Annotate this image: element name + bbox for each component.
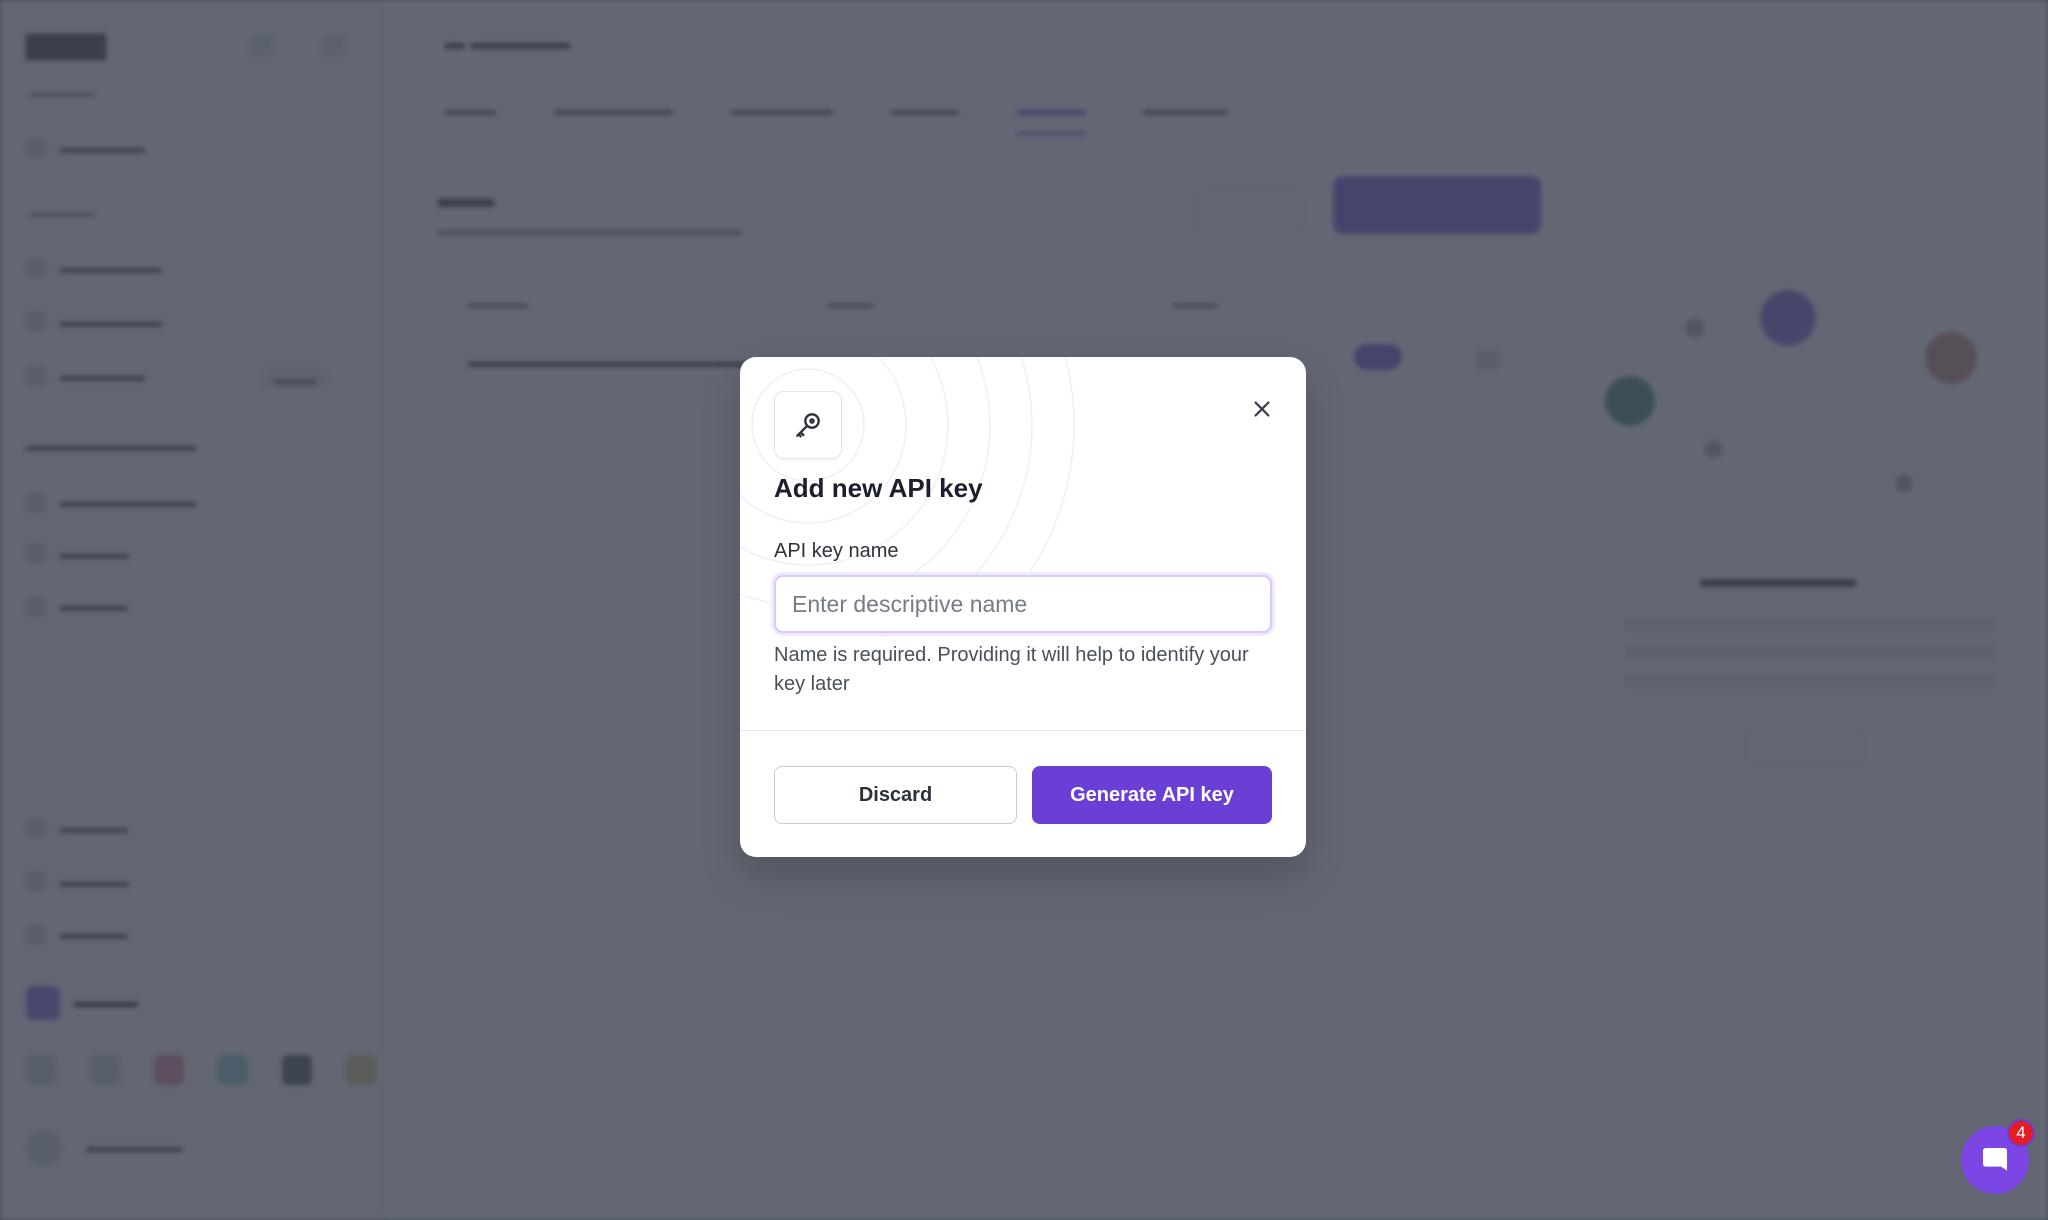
- generate-api-key-button[interactable]: Generate API key: [1032, 766, 1272, 824]
- key-icon: [774, 391, 842, 459]
- api-key-name-input[interactable]: [774, 575, 1272, 633]
- chat-icon: [1983, 1148, 2007, 1171]
- api-key-name-label: API key name: [774, 540, 899, 562]
- divider: [740, 730, 1306, 731]
- discard-button[interactable]: Discard: [774, 766, 1017, 824]
- notification-badge: 4: [2007, 1119, 2035, 1147]
- dialog-title: Add new API key: [774, 473, 983, 503]
- field-hint: Name is required. Providing it will help…: [774, 644, 1249, 695]
- close-icon[interactable]: [1244, 391, 1280, 427]
- add-api-key-dialog: Add new API key API key name Name is req…: [740, 357, 1306, 857]
